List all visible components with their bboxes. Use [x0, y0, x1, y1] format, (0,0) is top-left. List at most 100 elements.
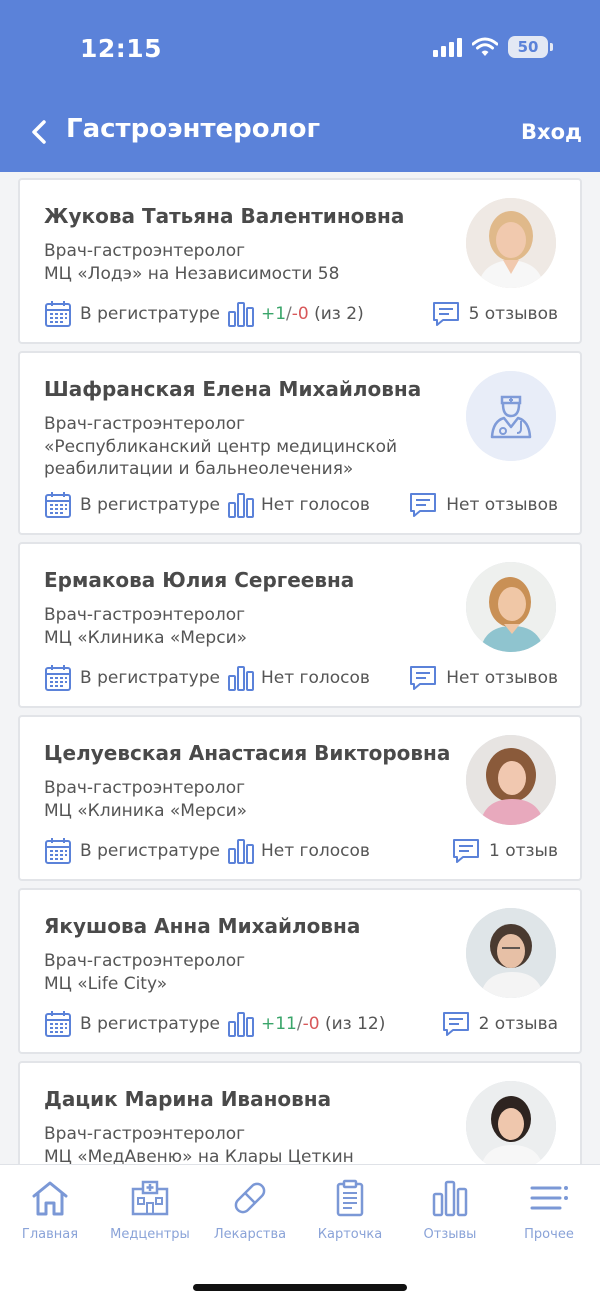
votes-icon [227, 665, 255, 691]
doctor-list: Жукова Татьяна Валентиновна Врач-гастроэ… [0, 172, 600, 1164]
reviews-link[interactable]: 2 отзыва [442, 1011, 558, 1037]
doctor-icon [466, 371, 556, 461]
votes-icon [227, 1011, 255, 1037]
comment-icon [410, 493, 437, 517]
pill-icon [234, 1182, 266, 1214]
doctor-photo [466, 908, 556, 998]
doctor-specialty: Врач-гастроэнтеролог [44, 951, 246, 971]
doctor-clinic: «Республиканский центр медицинской реаби… [44, 437, 398, 479]
votes-plus: +11 [260, 1014, 297, 1034]
calendar-icon [44, 664, 72, 692]
tab-label: Главная [21, 1227, 79, 1242]
registration-label: В регистратуре [80, 304, 220, 324]
doctor-specialty: Врач-гастроэнтеролог [44, 414, 246, 434]
battery-icon: 50 [508, 36, 553, 58]
doctor-photo [466, 1081, 556, 1164]
reviews-link[interactable]: 1 отзыв [452, 838, 558, 864]
doctor-card[interactable]: Дацик Марина Ивановна Врач-гастроэнтерол… [18, 1061, 582, 1164]
doctor-meta: В регистратуре +11/-0 (из 12) 2 отзыва [44, 1010, 558, 1038]
doctor-name: Ермакова Юлия Сергеевна [44, 568, 355, 592]
tab-label: Прочее [524, 1227, 574, 1242]
doctor-specialty: Врач-гастроэнтеролог [44, 241, 246, 261]
tab-label: Карточка [317, 1227, 383, 1242]
reviews-count: Нет отзывов [446, 495, 558, 515]
votes-minus: -0 [302, 1014, 320, 1034]
votes-total: (из 2) [314, 304, 364, 324]
reviews-link[interactable]: 5 отзывов [432, 301, 558, 327]
tab-bar: Главная Медцентры Лекарства Карточка Отз… [0, 1164, 600, 1303]
menu-icon [530, 1186, 568, 1210]
reviews-count: Нет отзывов [446, 668, 558, 688]
app-header: 12:15 50 Гастроэнтеролог Вход [0, 0, 600, 172]
doctor-meta: В регистратуре +1/-0 (из 2) 5 отзывов [44, 300, 558, 328]
tab-more[interactable]: Прочее [499, 1179, 599, 1242]
clipboard-icon [336, 1179, 364, 1217]
doctor-name: Целуевская Анастасия Викторовна [44, 741, 451, 765]
reviews-count: 2 отзыва [478, 1014, 558, 1034]
doctor-card[interactable]: Ермакова Юлия Сергеевна Врач-гастроэнтер… [18, 542, 582, 708]
votes-label: Нет голосов [260, 668, 370, 688]
votes-minus: -0 [291, 304, 309, 324]
votes-label: Нет голосов [260, 495, 370, 515]
reviews-count: 5 отзывов [468, 304, 558, 324]
calendar-icon [44, 300, 72, 328]
home-icon [32, 1181, 68, 1216]
status-time: 12:15 [80, 34, 163, 63]
votes-icon [227, 301, 255, 327]
tab-card[interactable]: Карточка [300, 1179, 400, 1242]
tab-label: Медцентры [110, 1227, 190, 1242]
votes-total: (из 12) [324, 1014, 386, 1034]
status-icons: 50 [432, 36, 553, 58]
votes-icon [227, 838, 255, 864]
votes-label: Нет голосов [260, 841, 370, 861]
doctor-specialty: Врач-гастроэнтеролог [44, 1124, 246, 1144]
doctor-clinic: МЦ «МедАвеню» на Клары Цеткин [44, 1147, 354, 1164]
tab-reviews[interactable]: Отзывы [400, 1179, 500, 1242]
doctor-clinic: МЦ «Клиника «Мерси» [44, 628, 248, 648]
registration-label: В регистратуре [80, 668, 220, 688]
doctor-meta: В регистратуре Нет голосов 1 отзыв [44, 837, 558, 865]
doctor-placeholder-avatar [466, 371, 556, 461]
bar-chart-icon [432, 1180, 468, 1217]
doctor-meta: В регистратуре Нет голосов Нет отзывов [44, 664, 558, 692]
doctor-card[interactable]: Жукова Татьяна Валентиновна Врач-гастроэ… [18, 178, 582, 344]
votes-plus: +1 [260, 304, 287, 324]
doctor-clinic: МЦ «Клиника «Мерси» [44, 801, 248, 821]
signal-icon [433, 38, 462, 57]
chevron-left-icon [32, 120, 46, 144]
calendar-icon [44, 837, 72, 865]
calendar-icon [44, 491, 72, 519]
doctor-specialty: Врач-гастроэнтеролог [44, 778, 246, 798]
doctor-name: Шафранская Елена Михайловна [44, 377, 422, 401]
doctor-name: Дацик Марина Ивановна [44, 1087, 332, 1111]
comment-icon [432, 302, 459, 326]
doctor-card[interactable]: Шафранская Елена Михайловна Врач-гастроэ… [18, 351, 582, 535]
doctor-card[interactable]: Целуевская Анастасия Викторовна Врач-гас… [18, 715, 582, 881]
registration-label: В регистратуре [80, 1014, 220, 1034]
comment-icon [410, 666, 437, 690]
home-indicator[interactable] [193, 1284, 407, 1291]
doctor-name: Жукова Татьяна Валентиновна [44, 204, 405, 228]
back-button[interactable] [24, 116, 54, 148]
tab-medicines[interactable]: Лекарства [200, 1179, 300, 1242]
calendar-icon [44, 1010, 72, 1038]
votes-icon [227, 492, 255, 518]
doctor-card[interactable]: Якушова Анна Михайловна Врач-гастроэнтер… [18, 888, 582, 1054]
doctor-clinic: МЦ «Life City» [44, 974, 168, 994]
comment-icon [452, 839, 479, 863]
reviews-count: 1 отзыв [488, 841, 558, 861]
doctor-photo [466, 562, 556, 652]
registration-label: В регистратуре [80, 841, 220, 861]
login-button[interactable]: Вход [521, 120, 582, 144]
tab-home[interactable]: Главная [0, 1179, 100, 1242]
doctor-photo [466, 198, 556, 288]
doctor-photo [466, 735, 556, 825]
doctor-name: Якушова Анна Михайловна [44, 914, 361, 938]
hospital-icon [131, 1180, 169, 1216]
doctor-clinic: МЦ «Лодэ» на Независимости 58 [44, 264, 340, 284]
reviews-link[interactable]: Нет отзывов [409, 665, 558, 691]
tab-medcenters[interactable]: Медцентры [100, 1179, 200, 1242]
doctor-meta: В регистратуре Нет голосов Нет отзывов [44, 491, 558, 519]
reviews-link[interactable]: Нет отзывов [409, 492, 558, 518]
doctor-specialty: Врач-гастроэнтеролог [44, 605, 246, 625]
